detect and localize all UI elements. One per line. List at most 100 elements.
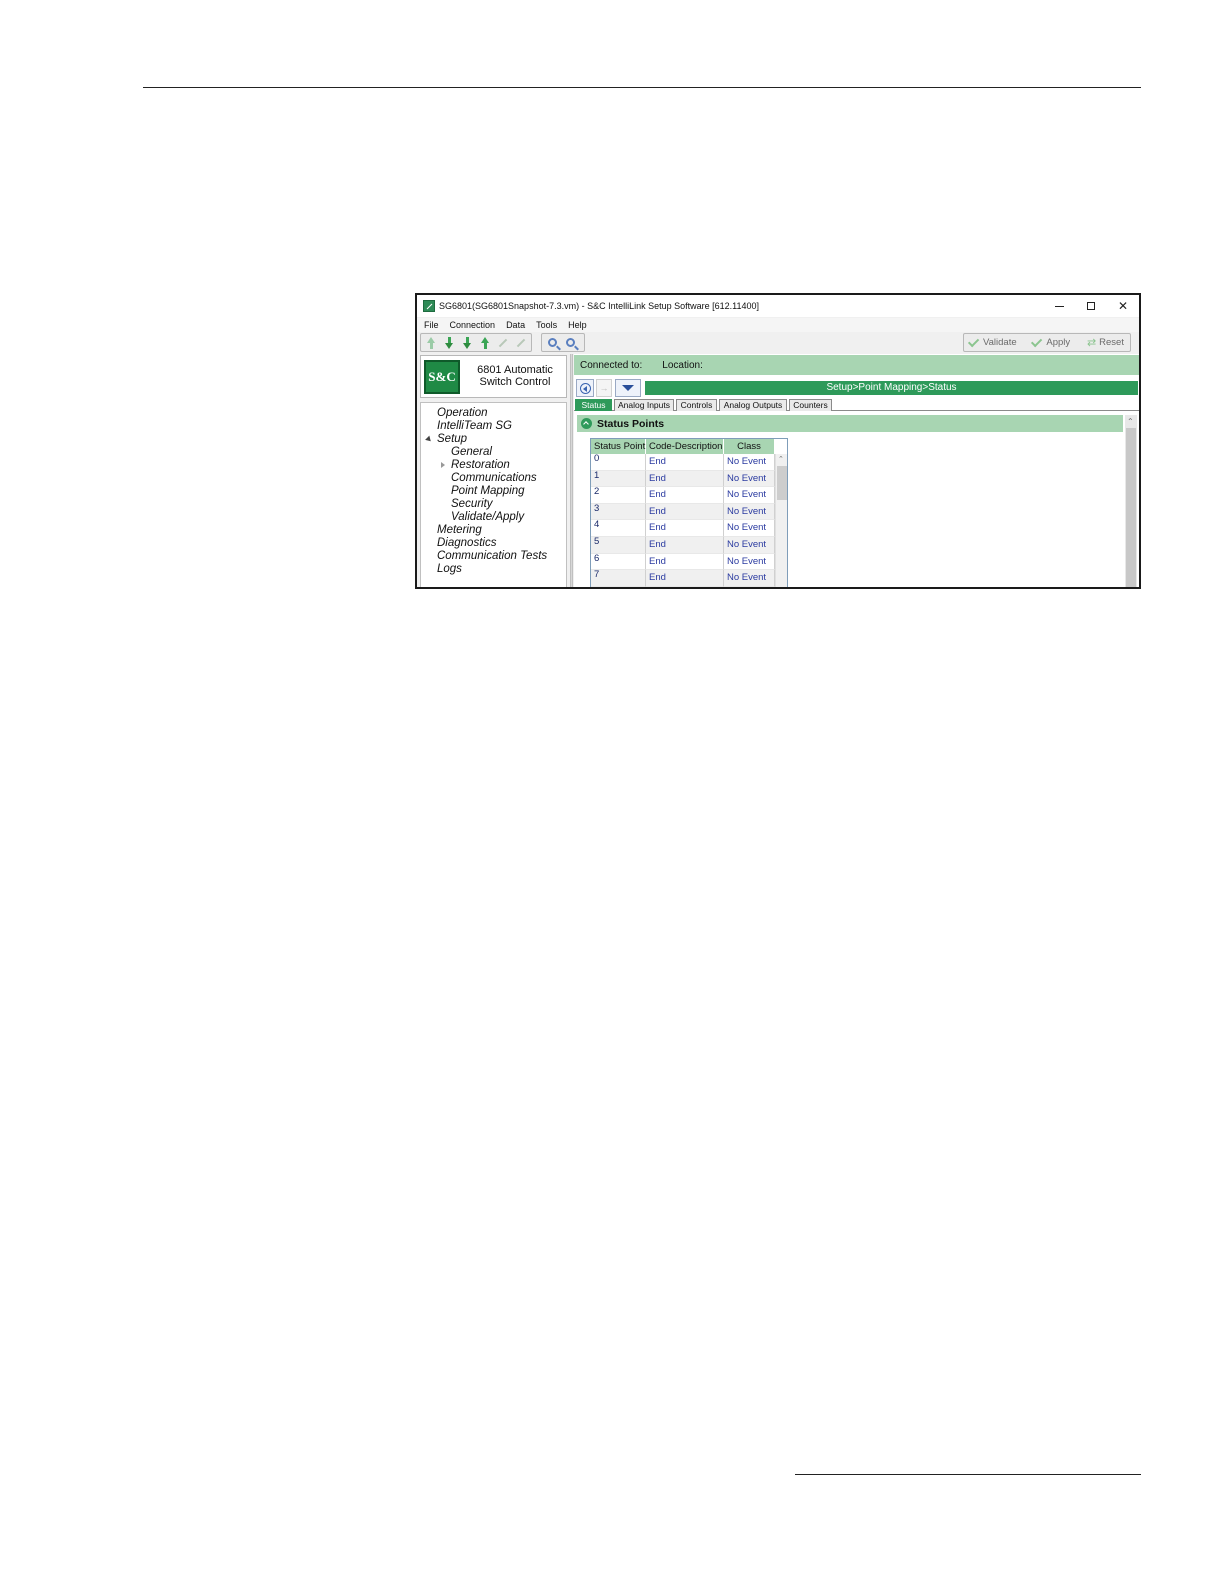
app-icon [423,300,435,312]
maximize-button[interactable] [1075,297,1107,315]
tab-strip: Status Analog Inputs Controls Analog Out… [574,398,1139,411]
nav-communications[interactable]: Communications [421,472,566,485]
class-cell[interactable]: No Event [724,454,775,471]
edit-icon[interactable] [496,336,510,350]
collapsed-icon[interactable] [441,462,445,468]
code-description-cell[interactable]: End [646,520,724,537]
tab-status[interactable]: Status [575,399,612,411]
col-class[interactable]: Class [724,439,775,454]
section-title: Status Points [597,417,665,430]
menu-connection[interactable]: Connection [448,318,501,332]
pane-splitter[interactable] [570,354,573,587]
tab-counters[interactable]: Counters [789,399,832,411]
page-header-rule [143,87,1141,88]
nav-metering[interactable]: Metering [421,524,566,537]
table-row[interactable]: 3 End No Event [591,503,775,521]
code-description-cell[interactable]: End [646,454,724,471]
scroll-thumb[interactable] [1126,428,1136,587]
close-button[interactable]: ✕ [1107,297,1139,315]
upload-file-icon[interactable] [478,336,492,350]
collapse-icon[interactable] [581,418,592,429]
status-point-cell: 7 [591,570,646,587]
menu-help[interactable]: Help [566,318,592,332]
page-scrollbar[interactable]: ⌃ [1125,415,1137,587]
nav-general[interactable]: General [421,446,566,459]
code-description-cell[interactable]: End [646,470,724,488]
class-cell[interactable]: No Event [724,570,775,587]
forward-button[interactable]: → [596,379,612,397]
menu-tools[interactable]: Tools [534,318,562,332]
status-points-header[interactable]: Status Points [577,415,1123,432]
checkmark-icon [967,335,980,347]
window-title: SG6801(SG6801Snapshot-7.3.vm) - S&C Inte… [439,301,760,311]
left-pane: S&C 6801 Automatic Switch Control Operat… [419,354,570,587]
apply-button[interactable]: Apply [1031,335,1070,348]
connection-bar: Connected to: Location: [574,355,1139,375]
validate-button[interactable]: Validate [967,335,1017,348]
nav-operation[interactable]: Operation [421,407,566,420]
nav-diagnostics[interactable]: Diagnostics [421,537,566,550]
table-row[interactable]: 2 End No Event [591,487,775,504]
class-cell[interactable]: No Event [724,503,775,521]
status-point-cell: 2 [591,487,646,504]
close-icon: ✕ [1117,299,1129,313]
tab-controls[interactable]: Controls [676,399,717,411]
menu-file[interactable]: File [422,318,444,332]
zoom-tool-group [541,333,585,352]
minimize-icon [1054,305,1064,307]
col-code-description[interactable]: Code-Description [646,439,724,454]
menu-data[interactable]: Data [504,318,530,332]
table-row[interactable]: 6 End No Event [591,553,775,571]
class-cell[interactable]: No Event [724,520,775,537]
nav-intelliteam[interactable]: IntelliTeam SG [421,420,566,433]
code-description-cell[interactable]: End [646,537,724,554]
nav-restoration[interactable]: Restoration [421,459,566,472]
maximize-icon [1087,302,1095,310]
class-cell[interactable]: No Event [724,487,775,504]
reset-button[interactable]: ⇄ Reset [1087,336,1124,349]
code-description-cell[interactable]: End [646,570,724,587]
grid-scrollbar[interactable]: ⌃ [775,454,787,587]
nav-point-mapping[interactable]: Point Mapping [421,485,566,498]
download-icon[interactable] [442,336,456,350]
nav-communication-tests[interactable]: Communication Tests [421,550,566,563]
minimize-button[interactable] [1043,297,1075,315]
product-logo: S&C 6801 Automatic Switch Control [420,355,567,398]
zoom-in-icon[interactable] [545,336,559,350]
upload-icon[interactable] [424,336,438,350]
nav-security[interactable]: Security [421,498,566,511]
code-description-cell[interactable]: End [646,503,724,521]
connected-to-label: Connected to: [580,359,643,371]
edit-disabled-icon[interactable] [514,336,528,350]
nav-setup[interactable]: Setup [421,433,566,446]
download-file-icon[interactable] [460,336,474,350]
class-cell[interactable]: No Event [724,553,775,571]
navigation-row: → Setup>Point Mapping>Status [574,378,1139,398]
table-row[interactable]: 4 End No Event [591,520,775,537]
class-cell[interactable]: No Event [724,470,775,488]
nav-validate-apply[interactable]: Validate/Apply [421,511,566,524]
table-row[interactable]: 7 End No Event [591,570,775,587]
apply-tool-group: Validate Apply ⇄ Reset [963,333,1131,352]
scroll-up-icon[interactable]: ⌃ [778,455,784,463]
code-description-cell[interactable]: End [646,487,724,504]
back-button[interactable] [576,379,594,397]
class-cell[interactable]: No Event [724,537,775,554]
expanded-icon[interactable] [425,435,433,444]
tab-analog-inputs[interactable]: Analog Inputs [614,399,674,411]
col-status-point[interactable]: Status Point [591,439,646,454]
grid-scroll-thumb[interactable] [777,466,787,500]
menu-bar: File Connection Data Tools Help [417,318,1139,332]
tab-analog-outputs[interactable]: Analog Outputs [719,399,787,411]
scroll-up-icon[interactable]: ⌃ [1127,417,1134,426]
reset-icon: ⇄ [1086,337,1097,349]
table-row[interactable]: 0 End No Event [591,454,775,471]
nav-logs[interactable]: Logs [421,563,566,576]
table-row[interactable]: 1 End No Event [591,470,775,488]
code-description-cell[interactable]: End [646,553,724,571]
table-row[interactable]: 5 End No Event [591,537,775,554]
history-dropdown-button[interactable] [615,379,641,397]
zoom-out-icon[interactable] [563,336,577,350]
status-point-cell: 1 [591,470,646,488]
chevron-down-icon [622,385,634,391]
